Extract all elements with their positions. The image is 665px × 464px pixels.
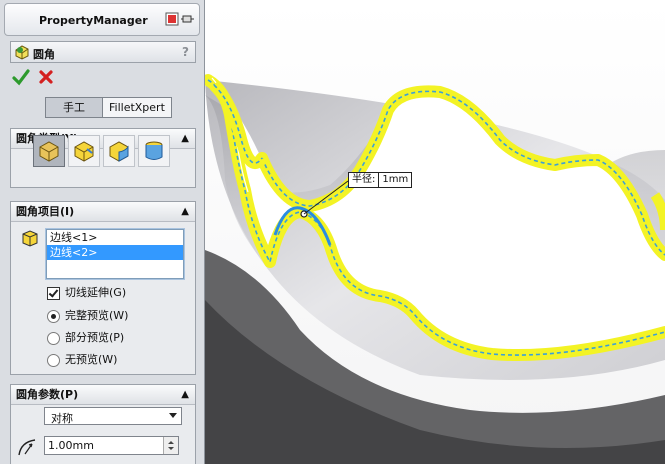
collapse-icon[interactable]: ▲︎ bbox=[181, 129, 189, 148]
partial-preview-radio[interactable]: 部分预览(P) bbox=[47, 330, 124, 346]
help-button[interactable]: ? bbox=[182, 45, 189, 59]
partial-preview-label: 部分预览(P) bbox=[65, 331, 125, 344]
list-item[interactable]: 边线<1> bbox=[47, 230, 183, 245]
edge-selection-icon bbox=[22, 230, 38, 247]
face-fillet-button[interactable] bbox=[103, 135, 135, 167]
fillet-items-header[interactable]: 圆角项目(I) ▲︎ bbox=[11, 202, 195, 222]
variable-radius-icon bbox=[74, 141, 94, 162]
model-view bbox=[205, 74, 665, 464]
radius-callout-value[interactable]: 1mm bbox=[378, 173, 411, 187]
tab-manual[interactable]: 手工 bbox=[45, 97, 103, 118]
mode-tabs: 手工 FilletXpert bbox=[45, 97, 172, 118]
full-preview-label: 完整预览(W) bbox=[65, 309, 129, 322]
fillet-items-group: 圆角项目(I) ▲︎ 边线<1> 边线<2> 切线延伸(G) 完整预览(W) 部… bbox=[10, 201, 196, 375]
full-round-icon bbox=[145, 141, 163, 160]
tangent-propagation-label: 切线延伸(G) bbox=[65, 286, 127, 299]
edges-listbox[interactable]: 边线<1> 边线<2> bbox=[45, 228, 185, 280]
fillet-type-group: 圆角类型(Y) ▲︎ bbox=[10, 128, 196, 188]
fillet-params-title: 圆角参数(P) bbox=[16, 388, 79, 401]
full-round-fillet-button[interactable] bbox=[138, 135, 170, 167]
fillet-params-header[interactable]: 圆角参数(P) ▲︎ bbox=[11, 385, 195, 405]
radius-spinner[interactable] bbox=[163, 437, 178, 454]
radio[interactable] bbox=[47, 353, 60, 367]
constant-radius-icon bbox=[39, 141, 59, 162]
radio-selected[interactable] bbox=[47, 309, 60, 323]
list-item[interactable]: 边线<2> bbox=[47, 245, 183, 260]
chevron-down-icon bbox=[169, 413, 177, 418]
radio[interactable] bbox=[47, 331, 60, 345]
no-preview-label: 无预览(W) bbox=[65, 353, 118, 366]
radius-callout-label: 半径: bbox=[352, 174, 376, 185]
fillet-params-group: 圆角参数(P) ▲︎ 对称 1.00mm bbox=[10, 384, 196, 464]
property-manager-header: PropertyManager bbox=[4, 3, 200, 36]
tangent-propagation-checkbox[interactable]: 切线延伸(G) bbox=[47, 285, 126, 301]
checkbox-checked[interactable] bbox=[47, 286, 60, 300]
full-preview-radio[interactable]: 完整预览(W) bbox=[47, 308, 128, 324]
pin-icon[interactable] bbox=[165, 12, 195, 26]
collapse-icon[interactable]: ▲︎ bbox=[181, 385, 189, 404]
spinner-arrows-icon bbox=[168, 441, 174, 450]
fillet-method-select[interactable]: 对称 bbox=[44, 407, 182, 425]
property-manager-title: PropertyManager bbox=[39, 14, 148, 27]
radius-callout[interactable]: 半径: 1mm bbox=[348, 172, 413, 188]
cancel-x-icon[interactable] bbox=[38, 69, 54, 85]
radius-icon bbox=[18, 439, 36, 456]
fillet-feature-icon bbox=[15, 45, 29, 60]
radius-value: 1.00mm bbox=[48, 439, 94, 452]
graphics-viewport[interactable]: 半径: 1mm bbox=[205, 0, 665, 464]
fillet-method-value: 对称 bbox=[51, 412, 73, 425]
constant-radius-fillet-button[interactable] bbox=[33, 135, 65, 167]
collapse-icon[interactable]: ▲︎ bbox=[181, 202, 189, 221]
face-fillet-icon bbox=[109, 141, 129, 162]
no-preview-radio[interactable]: 无预览(W) bbox=[47, 352, 117, 368]
property-manager-panel: PropertyManager 圆角 ? 手工 FilletXpert 圆角类型… bbox=[0, 0, 205, 464]
feature-name: 圆角 bbox=[33, 48, 55, 61]
feature-title-bar: 圆角 ? bbox=[10, 41, 196, 63]
fillet-items-title: 圆角项目(I) bbox=[16, 205, 75, 218]
ok-check-icon[interactable] bbox=[12, 68, 30, 86]
radius-input[interactable]: 1.00mm bbox=[44, 436, 179, 455]
tab-filletxpert[interactable]: FilletXpert bbox=[103, 97, 172, 118]
variable-radius-fillet-button[interactable] bbox=[68, 135, 100, 167]
